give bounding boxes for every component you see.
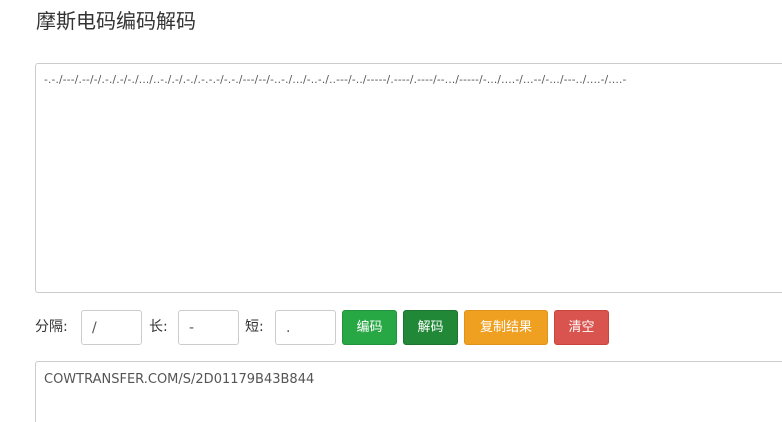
- short-label: 短:: [245, 319, 264, 335]
- controls-row: 分隔: 长: 短: 编码 解码 复制结果 清空: [35, 309, 775, 346]
- long-input[interactable]: [178, 310, 239, 345]
- separator-input[interactable]: [81, 310, 142, 345]
- result-output[interactable]: COWTRANSFER.COM/S/2D01179B43B844: [35, 361, 782, 422]
- short-input[interactable]: [275, 310, 336, 345]
- morse-converter-page: 摩斯电码编码解码 -.-./---/.--/-/.-./.-/-./.../..…: [0, 0, 782, 422]
- morse-code-input[interactable]: -.-./---/.--/-/.-./.-/-./.../..-./.-/.-.…: [35, 63, 782, 293]
- page-title: 摩斯电码编码解码: [36, 9, 196, 33]
- encode-button[interactable]: 编码: [342, 310, 397, 345]
- long-label: 长:: [149, 319, 168, 335]
- separator-label: 分隔:: [35, 319, 68, 335]
- copy-result-button[interactable]: 复制结果: [464, 310, 548, 345]
- decode-button[interactable]: 解码: [403, 310, 458, 345]
- clear-button[interactable]: 清空: [554, 310, 609, 345]
